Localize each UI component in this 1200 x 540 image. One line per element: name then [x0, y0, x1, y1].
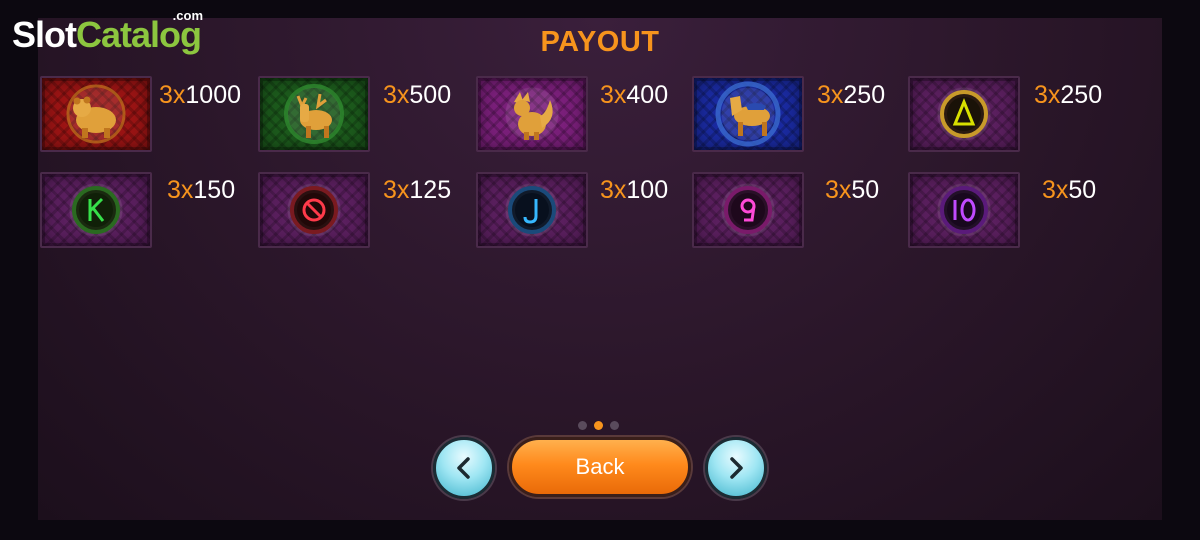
fox-icon — [514, 92, 553, 140]
symbol-tile-horse — [692, 76, 804, 152]
payout-deer-value: 500 — [409, 81, 452, 109]
payout-j-value: 100 — [626, 176, 669, 204]
logo-suffix: .com — [172, 8, 204, 23]
payout-fox: 3x400 — [600, 81, 668, 110]
page-dot-3 — [610, 421, 619, 430]
payout-nine-multiplier: 3x — [825, 176, 852, 204]
bear-icon — [66, 84, 126, 144]
payout-horse: 3x250 — [817, 81, 885, 110]
payout-q: 3x125 — [383, 176, 451, 205]
payout-ten-multiplier: 3x — [1042, 176, 1069, 204]
payout-q-multiplier: 3x — [383, 176, 410, 204]
payout-ten-value: 50 — [1068, 176, 1097, 204]
j-glyph-icon — [508, 186, 556, 234]
payout-k: 3x150 — [167, 176, 235, 205]
symbol-tile-ten — [908, 172, 1020, 248]
payout-j: 3x100 — [600, 176, 668, 205]
symbol-tile-deer — [258, 76, 370, 152]
payout-horse-value: 250 — [843, 81, 886, 109]
payout-k-multiplier: 3x — [167, 176, 194, 204]
payout-a-value: 250 — [1060, 81, 1103, 109]
payout-bear-value: 1000 — [185, 81, 242, 109]
symbol-tile-k — [40, 172, 152, 248]
payout-fox-multiplier: 3x — [600, 81, 627, 109]
symbol-tile-bear — [40, 76, 152, 152]
chevron-right-icon — [730, 457, 743, 479]
payout-nine-value: 50 — [851, 176, 880, 204]
page-title: PAYOUT — [540, 26, 660, 58]
symbol-tile-nine — [692, 172, 804, 248]
next-page-button[interactable] — [705, 437, 767, 499]
symbol-tile-q — [258, 172, 370, 248]
payout-k-value: 150 — [193, 176, 236, 204]
k-glyph-icon — [72, 186, 120, 234]
symbol-tile-fox — [476, 76, 588, 152]
payout-bear: 3x1000 — [159, 81, 241, 110]
deer-icon — [284, 84, 344, 144]
payout-nine: 3x50 — [825, 176, 879, 205]
payout-q-value: 125 — [409, 176, 452, 204]
payout-fox-value: 400 — [626, 81, 669, 109]
payout-j-multiplier: 3x — [600, 176, 627, 204]
nine-glyph-icon — [724, 186, 772, 234]
symbol-tile-a — [908, 76, 1020, 152]
payout-bear-multiplier: 3x — [159, 81, 186, 109]
payout-ten: 3x50 — [1042, 176, 1096, 205]
page-dot-1 — [578, 421, 587, 430]
page-dot-2 — [594, 421, 603, 430]
symbol-tile-j — [476, 172, 588, 248]
q-glyph-icon — [290, 186, 338, 234]
payout-a: 3x250 — [1034, 81, 1102, 110]
payout-horse-multiplier: 3x — [817, 81, 844, 109]
chevron-left-icon — [457, 457, 470, 479]
payout-a-multiplier: 3x — [1034, 81, 1061, 109]
a-glyph-icon — [940, 90, 988, 138]
horse-icon — [715, 81, 781, 147]
payout-deer-multiplier: 3x — [383, 81, 410, 109]
previous-page-button[interactable] — [433, 437, 495, 499]
payout-deer: 3x500 — [383, 81, 451, 110]
ten-glyph-icon — [940, 186, 988, 234]
back-button[interactable]: Back — [509, 437, 691, 497]
